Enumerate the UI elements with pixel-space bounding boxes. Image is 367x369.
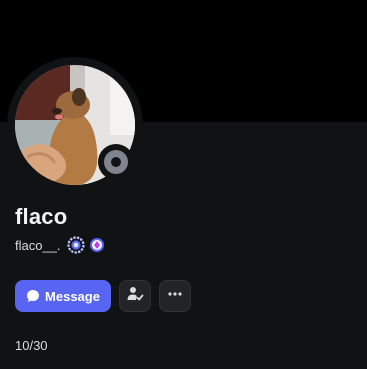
message-button-label: Message	[45, 288, 100, 304]
username[interactable]: flaco__.	[15, 238, 61, 253]
add-friend-button[interactable]	[119, 280, 151, 312]
more-button[interactable]	[159, 280, 191, 312]
profile-actions: Message	[15, 280, 191, 312]
status-indicator	[98, 144, 134, 180]
person-add-icon	[126, 285, 144, 308]
display-name: flaco	[15, 204, 68, 229]
counter-text: 10/30	[15, 338, 48, 353]
avatar-frame[interactable]	[7, 57, 143, 193]
username-row: flaco__.	[15, 235, 106, 255]
more-dots-icon	[167, 286, 183, 307]
hypesquad-badge-icon[interactable]	[66, 236, 85, 254]
offline-status-icon	[104, 150, 128, 174]
nitro-badge-icon[interactable]	[88, 236, 106, 254]
chat-bubble-icon	[26, 289, 40, 303]
message-button[interactable]: Message	[15, 280, 111, 312]
